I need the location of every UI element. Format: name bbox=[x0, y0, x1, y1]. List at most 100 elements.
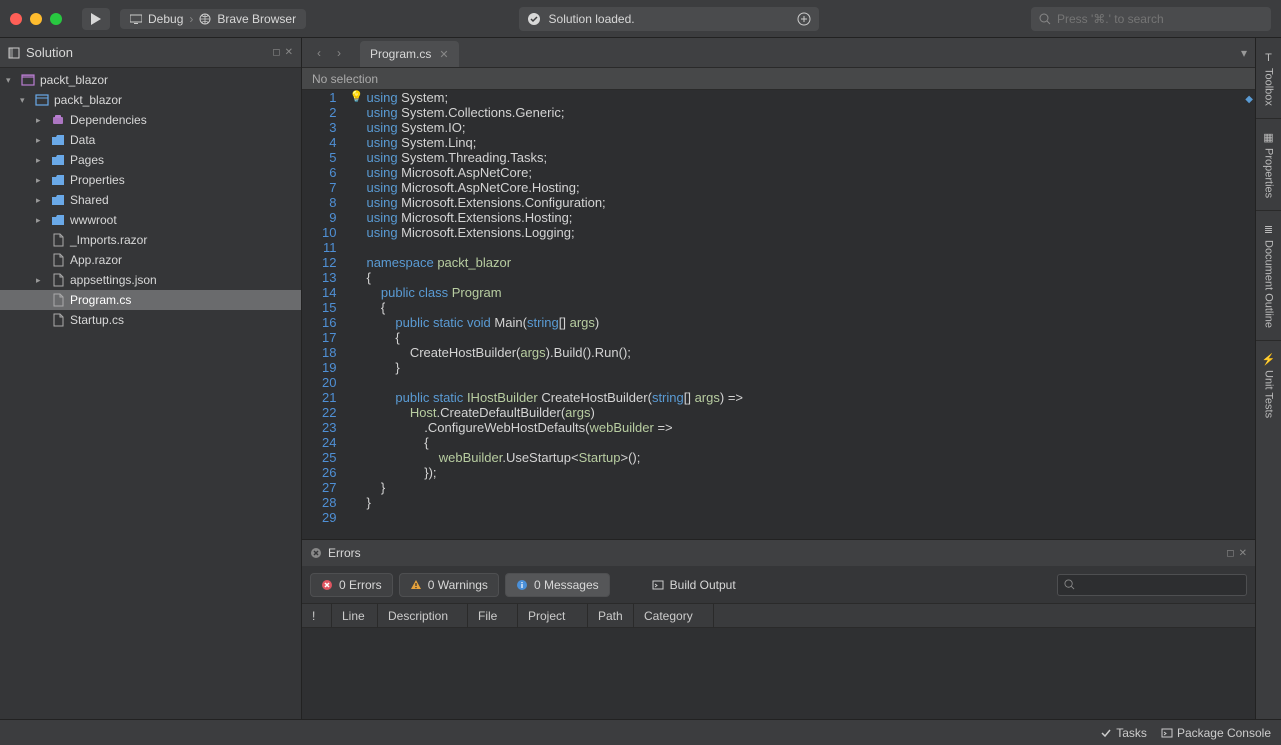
window-controls bbox=[10, 13, 62, 25]
tree-item-properties[interactable]: ▸Properties bbox=[0, 170, 301, 190]
editor-breadcrumb[interactable]: No selection bbox=[302, 68, 1255, 90]
rail-properties[interactable]: ▦Properties bbox=[1261, 123, 1277, 206]
global-search[interactable] bbox=[1031, 7, 1271, 31]
search-input[interactable] bbox=[1057, 12, 1263, 26]
change-marker-icon: ◆ bbox=[1245, 92, 1253, 107]
line-gutter: 1234567891011121314151617181920212223242… bbox=[302, 90, 346, 539]
chevron-icon[interactable]: ▾ bbox=[20, 95, 30, 106]
chevron-icon[interactable]: ▸ bbox=[36, 115, 46, 126]
nav-forward-button[interactable]: › bbox=[330, 44, 348, 62]
tree-item-startup-cs[interactable]: Startup.cs bbox=[0, 310, 301, 330]
rail-document-outline[interactable]: ≣Document Outline bbox=[1261, 215, 1277, 336]
solution-panel-header: Solution ◻ ✕ bbox=[0, 38, 301, 68]
tree-item-appsettings-json[interactable]: ▸ appsettings.json bbox=[0, 270, 301, 290]
tree-item-label: Startup.cs bbox=[70, 313, 124, 327]
folder-icon bbox=[50, 133, 66, 147]
errors-column-header[interactable]: Description bbox=[378, 604, 468, 627]
tab-close-button[interactable]: ✕ bbox=[439, 48, 448, 61]
tree-item-label: _Imports.razor bbox=[70, 233, 147, 247]
errors-panel: Errors ◻ ✕ 0 Errors bbox=[302, 539, 1255, 719]
code-content[interactable]: using System;using System.Collections.Ge… bbox=[366, 90, 1255, 539]
build-output-button[interactable]: Build Output bbox=[642, 574, 746, 596]
status-text: Solution loaded. bbox=[549, 12, 635, 26]
file-icon bbox=[50, 293, 66, 307]
tree-item-packt-blazor[interactable]: ▾ packt_blazor bbox=[0, 90, 301, 110]
folder-icon bbox=[50, 213, 66, 227]
rail-icon: ≣ bbox=[1264, 223, 1273, 236]
tree-item-packt-blazor[interactable]: ▾packt_blazor bbox=[0, 70, 301, 90]
errors-close-button[interactable]: ✕ bbox=[1239, 548, 1247, 559]
rail-icon: ⚡ bbox=[1262, 353, 1276, 366]
status-indicator[interactable]: Solution loaded. bbox=[519, 7, 819, 31]
editor-tab-program[interactable]: Program.cs ✕ bbox=[360, 41, 459, 67]
chevron-icon[interactable]: ▾ bbox=[6, 75, 16, 86]
file-icon bbox=[50, 313, 66, 327]
chevron-icon[interactable]: ▸ bbox=[36, 275, 46, 286]
chevron-icon[interactable]: ▸ bbox=[36, 195, 46, 206]
minimize-window-button[interactable] bbox=[30, 13, 42, 25]
rail-toolbox[interactable]: TToolbox bbox=[1261, 44, 1277, 114]
folder-icon bbox=[50, 153, 66, 167]
package-console-button[interactable]: Package Console bbox=[1161, 726, 1271, 740]
close-window-button[interactable] bbox=[10, 13, 22, 25]
tree-item-program-cs[interactable]: Program.cs bbox=[0, 290, 301, 310]
build-output-icon bbox=[652, 579, 664, 591]
chevron-icon[interactable]: ▸ bbox=[36, 215, 46, 226]
tree-item-app-razor[interactable]: App.razor bbox=[0, 250, 301, 270]
run-config-selector[interactable]: Debug › Brave Browser bbox=[120, 9, 306, 29]
errors-column-header[interactable]: Path bbox=[588, 604, 634, 627]
info-icon bbox=[516, 579, 528, 591]
tree-item-label: appsettings.json bbox=[70, 273, 157, 287]
warning-icon bbox=[410, 579, 422, 591]
errors-panel-icon bbox=[310, 547, 322, 559]
tree-item-label: packt_blazor bbox=[54, 93, 122, 107]
tree-item-pages[interactable]: ▸Pages bbox=[0, 150, 301, 170]
solution-panel-icon bbox=[8, 47, 20, 59]
chevron-icon[interactable]: ▸ bbox=[36, 135, 46, 146]
errors-column-header[interactable]: ! bbox=[302, 604, 332, 627]
chevron-icon[interactable]: ▸ bbox=[36, 175, 46, 186]
messages-filter-button[interactable]: 0 Messages bbox=[505, 573, 610, 597]
plus-icon[interactable] bbox=[797, 12, 811, 26]
panel-dock-button[interactable]: ◻ bbox=[272, 47, 280, 58]
errors-search[interactable] bbox=[1057, 574, 1247, 596]
file-icon bbox=[50, 253, 66, 267]
tree-item-wwwroot[interactable]: ▸ wwwroot bbox=[0, 210, 301, 230]
panel-close-button[interactable]: ✕ bbox=[285, 47, 293, 58]
errors-column-header[interactable]: Line bbox=[332, 604, 378, 627]
device-icon bbox=[130, 14, 142, 24]
tasks-button[interactable]: Tasks bbox=[1100, 726, 1147, 740]
file-icon bbox=[50, 273, 66, 287]
folder-icon bbox=[50, 193, 66, 207]
check-icon bbox=[527, 12, 541, 26]
errors-panel-header: Errors ◻ ✕ bbox=[302, 540, 1255, 566]
rail-label: Unit Tests bbox=[1263, 370, 1275, 418]
errors-filter-button[interactable]: 0 Errors bbox=[310, 573, 393, 597]
run-button[interactable] bbox=[82, 8, 110, 30]
target-label: Brave Browser bbox=[217, 12, 296, 26]
code-editor[interactable]: 1234567891011121314151617181920212223242… bbox=[302, 90, 1255, 539]
errors-column-header[interactable]: File bbox=[468, 604, 518, 627]
tree-item--imports-razor[interactable]: _Imports.razor bbox=[0, 230, 301, 250]
errors-list[interactable] bbox=[302, 628, 1255, 719]
solution-icon bbox=[20, 73, 36, 87]
tree-item-dependencies[interactable]: ▸Dependencies bbox=[0, 110, 301, 130]
tree-item-shared[interactable]: ▸Shared bbox=[0, 190, 301, 210]
errors-dock-button[interactable]: ◻ bbox=[1226, 548, 1234, 559]
chevron-icon[interactable]: ▸ bbox=[36, 155, 46, 166]
tree-item-data[interactable]: ▸Data bbox=[0, 130, 301, 150]
solution-panel-title: Solution bbox=[26, 45, 73, 60]
tab-overflow-button[interactable]: ▾ bbox=[1241, 46, 1247, 60]
errors-toolbar: 0 Errors 0 Warnings 0 Messages bbox=[302, 566, 1255, 604]
rail-unit-tests[interactable]: ⚡ Unit Tests bbox=[1260, 345, 1278, 426]
lightbulb-icon[interactable]: 💡 bbox=[350, 90, 364, 105]
right-tool-rail: TToolbox ▦Properties ≣Document Outline ⚡ Uni… bbox=[1255, 38, 1281, 719]
errors-column-header[interactable]: Project bbox=[518, 604, 588, 627]
errors-column-header[interactable]: Category bbox=[634, 604, 714, 627]
rail-icon: ▦ bbox=[1263, 131, 1273, 144]
nav-back-button[interactable]: ‹ bbox=[310, 44, 328, 62]
maximize-window-button[interactable] bbox=[50, 13, 62, 25]
tree-item-label: wwwroot bbox=[70, 213, 117, 227]
solution-tree[interactable]: ▾packt_blazor▾packt_blazor▸Dependencies▸… bbox=[0, 68, 301, 719]
warnings-filter-button[interactable]: 0 Warnings bbox=[399, 573, 499, 597]
